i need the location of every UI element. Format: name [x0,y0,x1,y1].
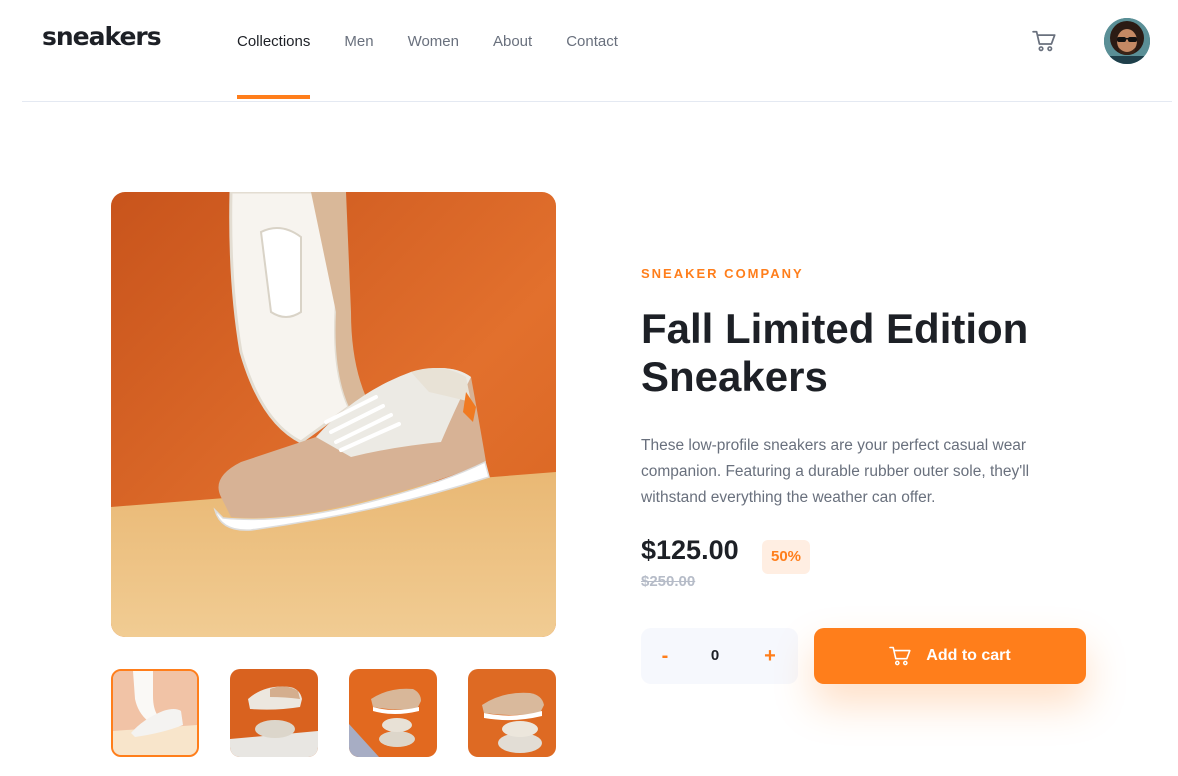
cart-icon[interactable] [1032,30,1056,52]
nav-men[interactable]: Men [344,0,373,102]
nav-women[interactable]: Women [408,0,459,102]
current-price: $125.00 [641,535,739,565]
nav-contact[interactable]: Contact [566,0,618,102]
discount-badge: 50% [762,540,810,574]
nav-about[interactable]: About [493,0,532,102]
product-main-image[interactable] [111,192,556,637]
original-price: $250.00 [641,573,696,590]
nav-collections[interactable]: Collections [237,0,311,102]
thumbnail-1[interactable] [111,669,199,757]
logo[interactable]: sneakers [42,22,162,51]
thumbnail-3[interactable] [349,669,437,757]
thumbnail-4[interactable] [468,669,556,757]
user-avatar[interactable] [1104,18,1150,64]
main-nav: Collections Men Women About Contact [237,0,652,102]
quantity-value: 0 [710,647,720,664]
site-header: sneakers Collections Men Women About Con… [22,0,1172,102]
product-title: Fall Limited Edition Sneakers [641,305,1029,400]
add-to-cart-button[interactable]: Add to cart [814,628,1086,684]
add-to-cart-label: Add to cart [926,647,1011,664]
thumbnail-strip [111,669,587,757]
decrease-quantity-button[interactable]: - [641,628,689,684]
thumbnail-2[interactable] [230,669,318,757]
cart-icon [889,646,911,666]
company-name: SNEAKER COMPANY [641,266,804,281]
product-description: These low-profile sneakers are your perf… [641,437,1030,506]
increase-quantity-button[interactable]: + [746,628,794,684]
quantity-stepper: - 0 + [641,628,798,684]
